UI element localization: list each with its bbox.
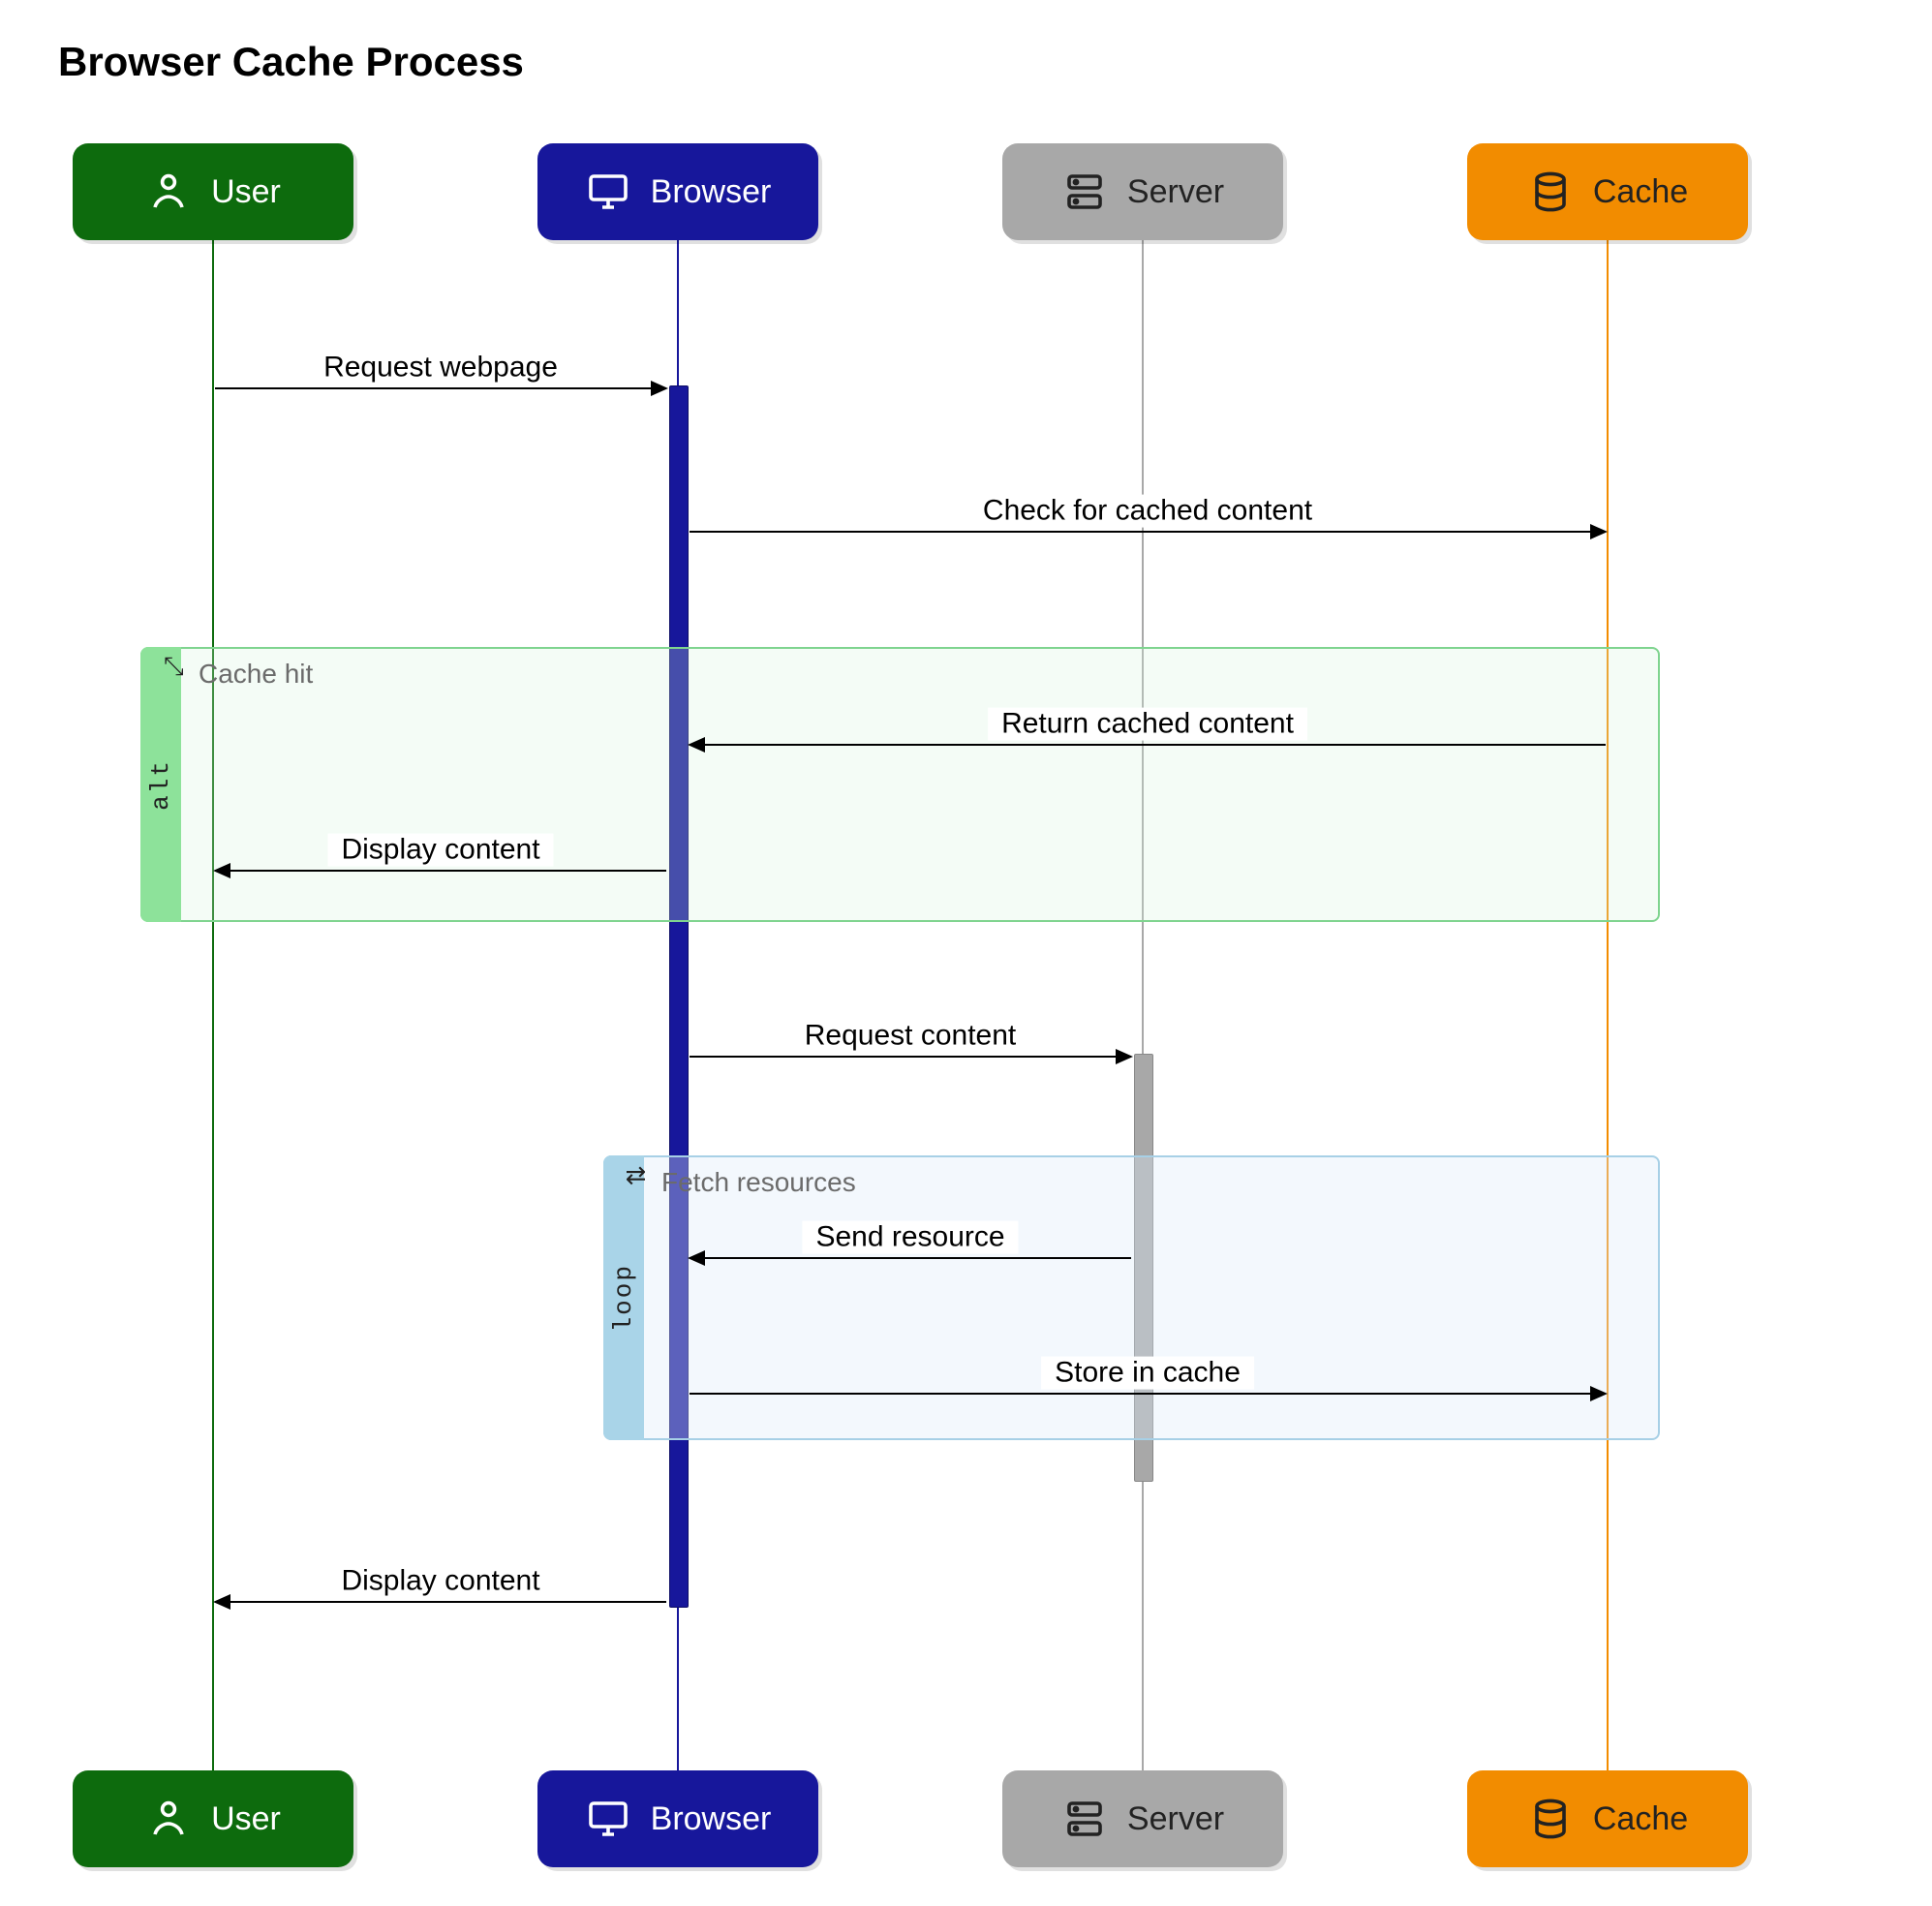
actor-browser-bottom: Browser — [537, 1770, 818, 1867]
fragment-loop-condition: Fetch resources — [661, 1167, 856, 1198]
message-label: Check for cached content — [969, 495, 1326, 528]
message-request-content: Request content — [690, 1056, 1131, 1058]
actor-label: User — [211, 1800, 281, 1838]
fragment-kind-label: alt — [146, 759, 175, 811]
actor-label: User — [211, 173, 281, 211]
actor-browser-top: Browser — [537, 143, 818, 240]
arrowhead-left-icon — [688, 1250, 705, 1266]
message-label: Store in cache — [1041, 1357, 1254, 1390]
fragment-alt: ⤢ alt Cache hit — [140, 647, 1660, 922]
loop-glyph-icon: ⇅ — [624, 1163, 653, 1186]
person-icon — [145, 1796, 192, 1842]
actor-label: Server — [1127, 173, 1224, 211]
monitor-icon — [585, 169, 631, 215]
actor-label: Browser — [651, 1800, 772, 1838]
message-label: Request content — [791, 1020, 1029, 1053]
alt-glyph-icon: ⤢ — [161, 655, 190, 677]
message-display-content-2: Display content — [215, 1601, 666, 1603]
diagram-title: Browser Cache Process — [58, 39, 1893, 85]
actor-user-bottom: User — [73, 1770, 353, 1867]
actor-server-bottom: Server — [1002, 1770, 1283, 1867]
sequence-diagram: User Browser Server Cache User Browser S… — [39, 143, 1879, 1867]
message-label: Return cached content — [988, 708, 1307, 741]
arrowhead-right-icon — [1590, 1386, 1608, 1401]
fragment-loop: ⇅ loop Fetch resources — [603, 1155, 1660, 1440]
fragment-loop-tab: ⇅ loop — [603, 1155, 644, 1440]
message-label: Request webpage — [310, 352, 571, 384]
message-request-webpage: Request webpage — [215, 387, 666, 389]
server-icon — [1061, 169, 1108, 215]
message-label: Send resource — [802, 1221, 1018, 1254]
arrowhead-right-icon — [651, 381, 668, 396]
actor-cache-top: Cache — [1467, 143, 1748, 240]
database-icon — [1527, 169, 1574, 215]
arrowhead-left-icon — [688, 737, 705, 753]
arrowhead-right-icon — [1116, 1049, 1133, 1064]
database-icon — [1527, 1796, 1574, 1842]
actor-server-top: Server — [1002, 143, 1283, 240]
actor-user-top: User — [73, 143, 353, 240]
server-icon — [1061, 1796, 1108, 1842]
actor-label: Cache — [1593, 1800, 1688, 1838]
arrowhead-left-icon — [213, 863, 230, 878]
fragment-alt-condition: Cache hit — [199, 659, 313, 690]
message-label: Display content — [327, 1565, 553, 1598]
actor-label: Browser — [651, 173, 772, 211]
message-label: Display content — [327, 834, 553, 867]
fragment-kind-label: loop — [609, 1264, 638, 1332]
message-display-content-1: Display content — [215, 870, 666, 872]
message-send-resource: Send resource — [690, 1257, 1131, 1259]
actor-label: Server — [1127, 1800, 1224, 1838]
message-store-cache: Store in cache — [690, 1393, 1606, 1395]
lifeline-user — [212, 240, 214, 1770]
fragment-alt-tab: ⤢ alt — [140, 647, 181, 922]
arrowhead-right-icon — [1590, 524, 1608, 539]
lifeline-cache — [1607, 240, 1609, 1770]
monitor-icon — [585, 1796, 631, 1842]
message-check-cache: Check for cached content — [690, 531, 1606, 533]
lifeline-server — [1142, 240, 1144, 1770]
actor-label: Cache — [1593, 173, 1688, 211]
message-return-cached: Return cached content — [690, 744, 1606, 746]
person-icon — [145, 169, 192, 215]
arrowhead-left-icon — [213, 1594, 230, 1610]
actor-cache-bottom: Cache — [1467, 1770, 1748, 1867]
